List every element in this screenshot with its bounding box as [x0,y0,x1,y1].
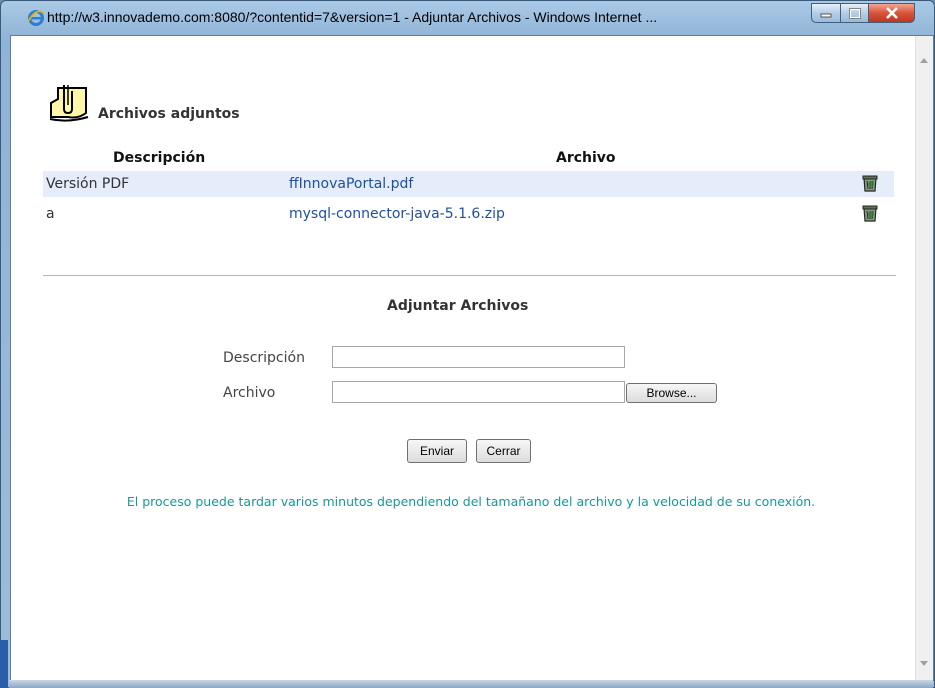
row-description: a [46,206,55,222]
close-icon [885,7,898,19]
maximize-icon [848,7,861,19]
column-header-description: Descripción [113,150,206,166]
column-header-file: Archivo [556,150,616,166]
title-bar[interactable]: http://w3.innovademo.com:8080/?contentid… [1,1,934,35]
scroll-down-arrow-icon[interactable] [920,661,928,666]
row-description: Versión PDF [46,176,130,192]
attachment-folder-icon [49,85,89,122]
page-content: Archivos adjuntos Descripción Archivo Ve… [10,35,934,681]
attachments-title: Archivos adjuntos [98,106,240,122]
maximize-button[interactable] [841,3,869,23]
file-link[interactable]: mysql-connector-java-5.1.6.zip [289,206,505,222]
file-label: Archivo [223,385,276,401]
trash-icon[interactable] [860,203,880,223]
table-row: Versión PDF ffInnovaPortal.pdf [43,171,894,197]
file-path-input[interactable] [332,381,625,403]
browse-button[interactable]: Browse... [626,383,717,403]
close-window-button[interactable] [869,3,915,23]
browser-window: http://w3.innovademo.com:8080/?contentid… [0,0,935,688]
minimize-icon [820,13,832,18]
window-bottom-frame [9,680,933,688]
window-title: http://w3.innovademo.com:8080/?contentid… [47,9,658,25]
file-link[interactable]: ffInnovaPortal.pdf [289,176,413,192]
upload-note: El proceso puede tardar varios minutos d… [126,494,816,509]
section-divider [43,275,896,276]
description-label: Descripción [223,350,305,366]
form-title: Adjuntar Archivos [387,298,529,314]
table-row: a mysql-connector-java-5.1.6.zip [43,201,894,227]
taskbar-edge [0,640,8,688]
description-input[interactable] [332,346,625,368]
trash-icon[interactable] [860,173,880,193]
scroll-up-arrow-icon[interactable] [920,58,928,63]
send-button[interactable]: Enviar [407,439,467,463]
minimize-button[interactable] [811,3,841,23]
internet-explorer-icon [27,10,45,26]
close-button[interactable]: Cerrar [476,439,531,463]
vertical-scrollbar[interactable] [915,36,933,680]
